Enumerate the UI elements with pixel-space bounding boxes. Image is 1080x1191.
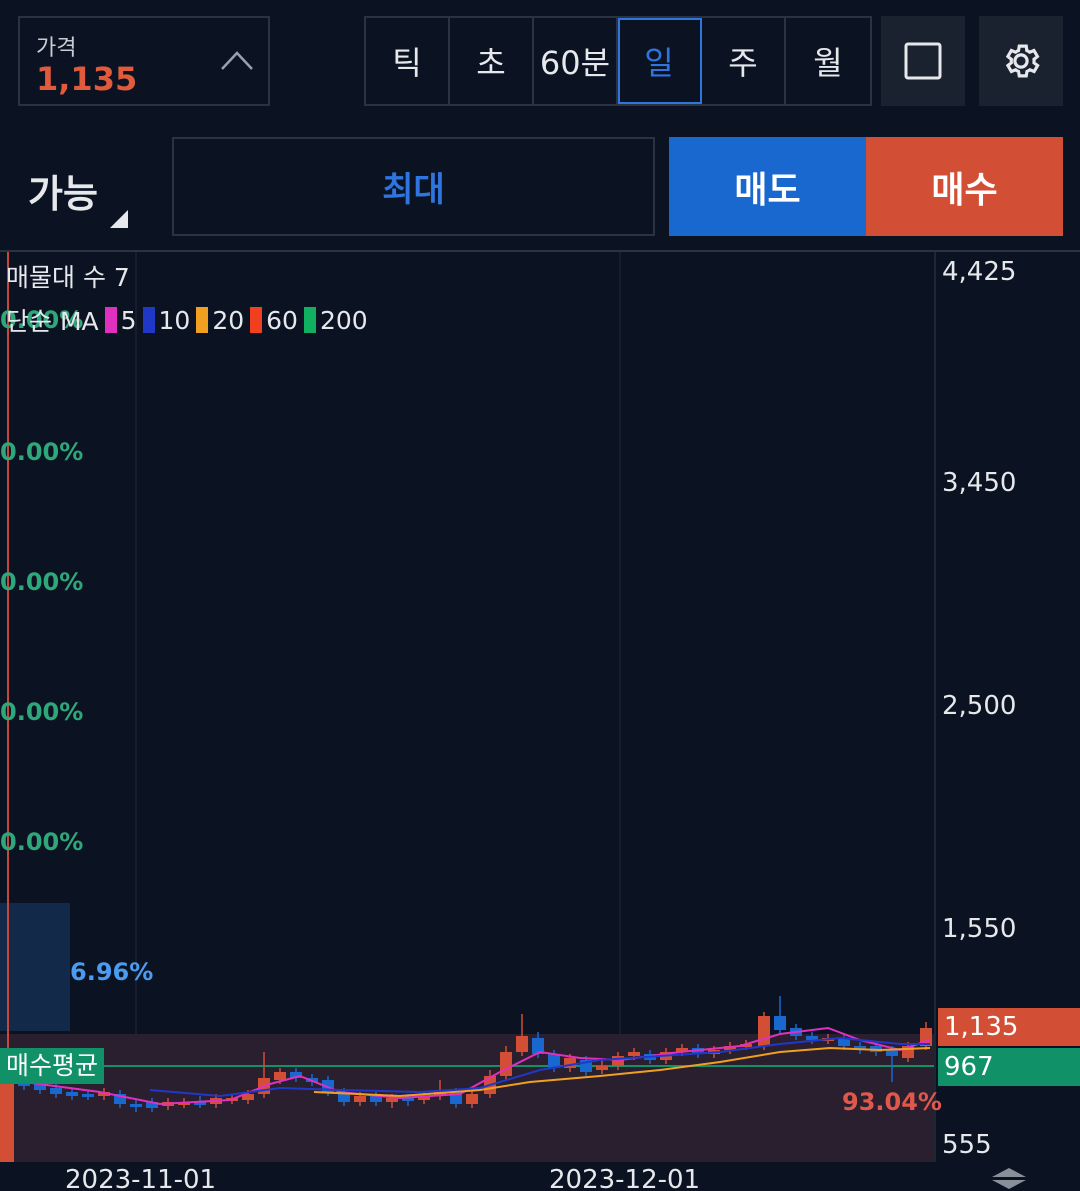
candle-body <box>516 1036 528 1052</box>
candle-body <box>354 1096 366 1102</box>
profile-pct: 0.00% <box>0 568 84 596</box>
ma5-label: 5 <box>120 305 137 335</box>
y-axis-label: 1,550 <box>942 914 1017 944</box>
volume-profile-bar <box>0 1082 14 1162</box>
ma60-label: 60 <box>266 305 298 335</box>
x-axis-label: 2023-11-01 <box>65 1165 217 1191</box>
ma20-label: 20 <box>212 305 245 335</box>
profile-pct-bottom: 93.04% <box>842 1088 942 1116</box>
y-axis-label: 2,500 <box>942 691 1017 721</box>
candle-body <box>628 1052 640 1056</box>
candle-body <box>82 1094 94 1097</box>
square-icon <box>904 42 942 80</box>
candle-body <box>500 1052 512 1076</box>
tab-day[interactable]: 일 <box>618 18 702 104</box>
candle-body <box>548 1054 560 1068</box>
volume-profile-bar <box>0 903 70 1031</box>
tab-week[interactable]: 주 <box>702 18 786 104</box>
profile-pct: 0.00% <box>0 438 84 466</box>
ma20-swatch <box>196 307 209 333</box>
volume-profile-label[interactable]: 매물대 수 7 <box>6 258 130 294</box>
candle-body <box>758 1016 770 1046</box>
fullscreen-button[interactable] <box>881 16 965 106</box>
timeframe-tabs: 틱 초 60분 일 주 월 <box>364 16 872 106</box>
ma200-label: 200 <box>319 305 368 335</box>
y-axis-label: 3,450 <box>942 468 1017 498</box>
ma200-swatch <box>303 307 316 333</box>
avg-buy-label: 매수평균 <box>0 1048 105 1084</box>
candle-body <box>596 1066 608 1070</box>
candle-body <box>66 1092 78 1096</box>
profile-pct-highlight: 6.96% <box>70 958 154 986</box>
price-selector[interactable]: 가격 1,135 <box>18 16 270 106</box>
price-value: 1,135 <box>36 60 138 98</box>
candle-body <box>274 1072 286 1080</box>
max-quantity-button[interactable]: 최대 <box>172 137 655 236</box>
ma10-label: 10 <box>158 305 191 335</box>
sell-button[interactable]: 매도 <box>669 137 866 236</box>
available-label[interactable]: 가능 <box>28 163 98 218</box>
current-price-tag: 1,135 <box>938 1008 1080 1046</box>
profile-pct: 0.00% <box>0 828 84 856</box>
x-axis-label: 2023-12-01 <box>549 1165 701 1191</box>
candle-body <box>612 1056 624 1066</box>
avg-price-tag: 967 <box>938 1048 1080 1086</box>
tab-60min[interactable]: 60분 <box>534 18 618 104</box>
tab-tick[interactable]: 틱 <box>366 18 450 104</box>
profile-pct: 0.00% <box>0 698 84 726</box>
candle-body <box>466 1094 478 1104</box>
tab-second[interactable]: 초 <box>450 18 534 104</box>
chevron-up-icon <box>221 51 253 70</box>
ma-legend[interactable]: 단순 MA 5 10 20 60 200 <box>6 302 368 338</box>
gear-icon <box>1005 44 1040 78</box>
price-chart[interactable] <box>0 252 935 1162</box>
ma60-swatch <box>250 307 263 333</box>
y-axis-label: 4,425 <box>942 257 1017 287</box>
tab-month[interactable]: 월 <box>786 18 870 104</box>
scale-handle-icon[interactable] <box>990 1166 1028 1190</box>
price-label: 가격 <box>36 36 77 61</box>
dropdown-corner-icon <box>110 210 128 228</box>
ma-label: 단순 MA <box>6 307 99 336</box>
candle-body <box>774 1016 786 1030</box>
candle-body <box>50 1088 62 1094</box>
ma5-swatch <box>104 307 117 333</box>
settings-button[interactable] <box>979 16 1063 106</box>
buy-button[interactable]: 매수 <box>866 137 1063 236</box>
y-axis-label: 555 <box>942 1130 992 1160</box>
candle-body <box>886 1050 898 1056</box>
candle-body <box>130 1104 142 1107</box>
y-axis-separator <box>934 252 936 1162</box>
ma10-swatch <box>142 307 155 333</box>
